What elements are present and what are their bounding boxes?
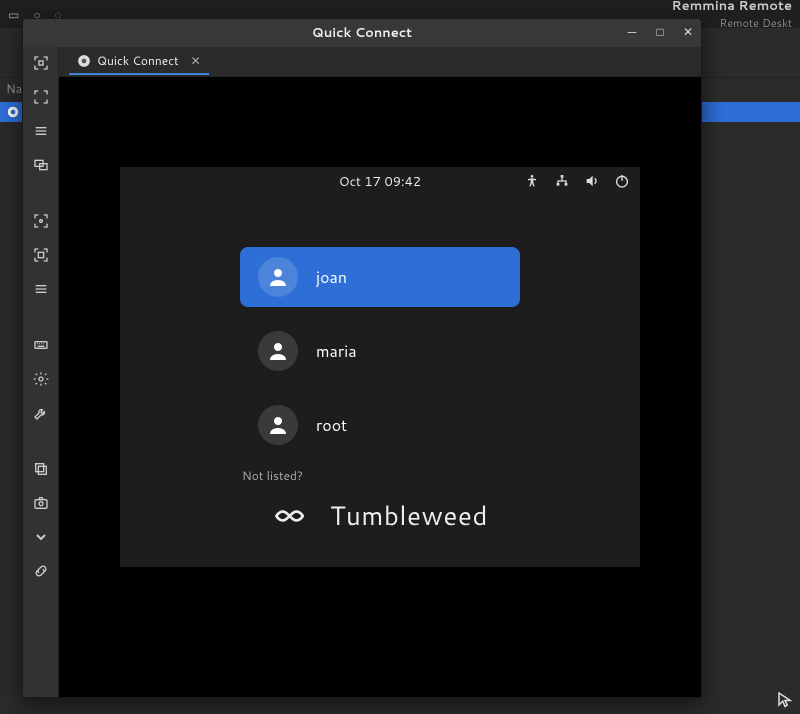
avatar-icon <box>258 405 298 445</box>
fullscreen-icon[interactable] <box>31 87 51 107</box>
remote-viewport[interactable]: Oct 17 09:42 <box>59 77 701 697</box>
network-icon[interactable] <box>554 173 570 189</box>
tab-quick-connect[interactable]: Quick Connect ✕ <box>69 48 209 75</box>
distro-branding: Tumbleweed <box>120 498 640 534</box>
side-toolbar <box>23 47 59 697</box>
menu2-icon[interactable] <box>31 279 51 299</box>
minimize-button[interactable]: ─ <box>625 23 639 40</box>
close-button[interactable]: ✕ <box>681 23 695 40</box>
focus-icon[interactable] <box>31 53 51 73</box>
settings-icon[interactable] <box>31 369 51 389</box>
bg-app-title: Remmina Remote <box>672 0 792 15</box>
remote-clock: Oct 17 09:42 <box>339 173 421 191</box>
user-name: joan <box>316 266 347 289</box>
user-item-root[interactable]: root <box>240 395 520 455</box>
volume-icon[interactable] <box>584 173 600 189</box>
menu-icon[interactable] <box>31 121 51 141</box>
avatar-icon <box>258 257 298 297</box>
multimonitor-icon[interactable] <box>31 155 51 175</box>
keyboard-icon[interactable] <box>31 335 51 355</box>
window-title: Quick Connect <box>312 24 412 42</box>
chevron-down-icon[interactable] <box>31 527 51 547</box>
user-name: root <box>316 414 347 437</box>
accessibility-icon[interactable] <box>524 173 540 189</box>
fit-icon[interactable] <box>31 245 51 265</box>
distro-name: Tumbleweed <box>330 498 488 534</box>
maximize-button[interactable]: □ <box>653 23 667 40</box>
remote-screen: Oct 17 09:42 <box>120 167 640 567</box>
power-icon[interactable] <box>614 173 630 189</box>
tab-label: Quick Connect <box>97 52 179 69</box>
avatar-icon <box>258 331 298 371</box>
user-name: maria <box>316 340 357 363</box>
disconnect-icon[interactable] <box>31 561 51 581</box>
infinity-icon <box>272 502 316 530</box>
bg-icon-1: ▭ <box>8 6 19 23</box>
duplicate-icon[interactable] <box>31 459 51 479</box>
not-listed-link[interactable]: Not listed? <box>242 467 640 484</box>
tab-close-icon[interactable]: ✕ <box>191 52 201 69</box>
screenshot-icon[interactable] <box>31 493 51 513</box>
user-item-maria[interactable]: maria <box>240 321 520 381</box>
remmina-icon <box>77 54 91 68</box>
tab-bar: Quick Connect ✕ <box>59 47 701 77</box>
remote-top-bar: Oct 17 09:42 <box>120 167 640 197</box>
tools-icon[interactable] <box>31 403 51 423</box>
cursor-icon <box>776 690 794 708</box>
scale-icon[interactable] <box>31 211 51 231</box>
quick-connect-window: Quick Connect ─ □ ✕ <box>22 18 702 698</box>
user-item-joan[interactable]: joan <box>240 247 520 307</box>
titlebar[interactable]: Quick Connect ─ □ ✕ <box>23 19 701 47</box>
user-list: joan maria root <box>240 247 520 455</box>
